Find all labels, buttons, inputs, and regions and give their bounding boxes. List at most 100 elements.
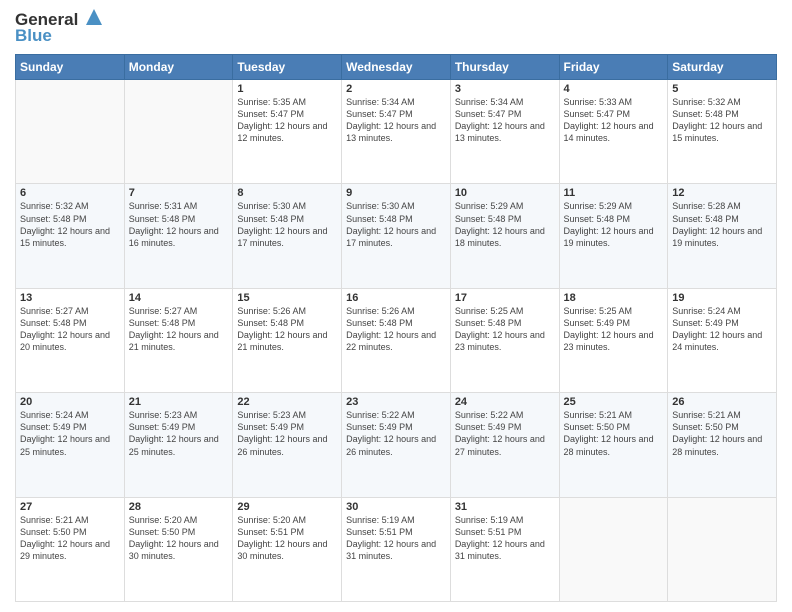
day-number: 13 xyxy=(20,292,120,304)
day-number: 6 xyxy=(20,187,120,199)
logo-blue: Blue xyxy=(15,26,52,46)
day-cell: 25Sunrise: 5:21 AMSunset: 5:50 PMDayligh… xyxy=(559,393,668,497)
day-cell xyxy=(16,80,125,184)
day-info: Sunrise: 5:26 AMSunset: 5:48 PMDaylight:… xyxy=(237,305,337,354)
day-cell: 24Sunrise: 5:22 AMSunset: 5:49 PMDayligh… xyxy=(450,393,559,497)
logo-icon xyxy=(80,7,102,29)
day-cell: 21Sunrise: 5:23 AMSunset: 5:49 PMDayligh… xyxy=(124,393,233,497)
day-cell: 9Sunrise: 5:30 AMSunset: 5:48 PMDaylight… xyxy=(342,184,451,288)
day-info: Sunrise: 5:32 AMSunset: 5:48 PMDaylight:… xyxy=(20,200,120,249)
day-info: Sunrise: 5:25 AMSunset: 5:49 PMDaylight:… xyxy=(564,305,664,354)
day-number: 17 xyxy=(455,292,555,304)
weekday-header-wednesday: Wednesday xyxy=(342,55,451,80)
weekday-header-thursday: Thursday xyxy=(450,55,559,80)
day-cell: 15Sunrise: 5:26 AMSunset: 5:48 PMDayligh… xyxy=(233,288,342,392)
day-cell: 14Sunrise: 5:27 AMSunset: 5:48 PMDayligh… xyxy=(124,288,233,392)
day-cell: 4Sunrise: 5:33 AMSunset: 5:47 PMDaylight… xyxy=(559,80,668,184)
logo: General Blue xyxy=(15,10,102,46)
day-info: Sunrise: 5:23 AMSunset: 5:49 PMDaylight:… xyxy=(237,409,337,458)
day-cell: 23Sunrise: 5:22 AMSunset: 5:49 PMDayligh… xyxy=(342,393,451,497)
day-info: Sunrise: 5:29 AMSunset: 5:48 PMDaylight:… xyxy=(564,200,664,249)
weekday-header-saturday: Saturday xyxy=(668,55,777,80)
day-info: Sunrise: 5:30 AMSunset: 5:48 PMDaylight:… xyxy=(346,200,446,249)
weekday-header-monday: Monday xyxy=(124,55,233,80)
day-cell: 17Sunrise: 5:25 AMSunset: 5:48 PMDayligh… xyxy=(450,288,559,392)
weekday-header-tuesday: Tuesday xyxy=(233,55,342,80)
day-cell: 11Sunrise: 5:29 AMSunset: 5:48 PMDayligh… xyxy=(559,184,668,288)
day-number: 29 xyxy=(237,501,337,513)
day-info: Sunrise: 5:25 AMSunset: 5:48 PMDaylight:… xyxy=(455,305,555,354)
day-info: Sunrise: 5:19 AMSunset: 5:51 PMDaylight:… xyxy=(346,514,446,563)
day-cell: 19Sunrise: 5:24 AMSunset: 5:49 PMDayligh… xyxy=(668,288,777,392)
day-cell xyxy=(559,497,668,601)
day-number: 1 xyxy=(237,83,337,95)
header: General Blue xyxy=(15,10,777,46)
day-number: 12 xyxy=(672,187,772,199)
day-number: 26 xyxy=(672,396,772,408)
day-cell: 3Sunrise: 5:34 AMSunset: 5:47 PMDaylight… xyxy=(450,80,559,184)
day-cell: 30Sunrise: 5:19 AMSunset: 5:51 PMDayligh… xyxy=(342,497,451,601)
day-cell: 8Sunrise: 5:30 AMSunset: 5:48 PMDaylight… xyxy=(233,184,342,288)
day-cell xyxy=(124,80,233,184)
day-cell: 1Sunrise: 5:35 AMSunset: 5:47 PMDaylight… xyxy=(233,80,342,184)
weekday-header-sunday: Sunday xyxy=(16,55,125,80)
week-row-2: 6Sunrise: 5:32 AMSunset: 5:48 PMDaylight… xyxy=(16,184,777,288)
day-cell: 5Sunrise: 5:32 AMSunset: 5:48 PMDaylight… xyxy=(668,80,777,184)
day-info: Sunrise: 5:34 AMSunset: 5:47 PMDaylight:… xyxy=(455,96,555,145)
day-number: 3 xyxy=(455,83,555,95)
week-row-4: 20Sunrise: 5:24 AMSunset: 5:49 PMDayligh… xyxy=(16,393,777,497)
day-number: 10 xyxy=(455,187,555,199)
day-number: 18 xyxy=(564,292,664,304)
day-info: Sunrise: 5:30 AMSunset: 5:48 PMDaylight:… xyxy=(237,200,337,249)
week-row-1: 1Sunrise: 5:35 AMSunset: 5:47 PMDaylight… xyxy=(16,80,777,184)
day-number: 24 xyxy=(455,396,555,408)
day-info: Sunrise: 5:21 AMSunset: 5:50 PMDaylight:… xyxy=(672,409,772,458)
day-info: Sunrise: 5:27 AMSunset: 5:48 PMDaylight:… xyxy=(129,305,229,354)
day-info: Sunrise: 5:23 AMSunset: 5:49 PMDaylight:… xyxy=(129,409,229,458)
day-cell: 20Sunrise: 5:24 AMSunset: 5:49 PMDayligh… xyxy=(16,393,125,497)
day-number: 16 xyxy=(346,292,446,304)
day-number: 27 xyxy=(20,501,120,513)
day-cell: 26Sunrise: 5:21 AMSunset: 5:50 PMDayligh… xyxy=(668,393,777,497)
day-info: Sunrise: 5:27 AMSunset: 5:48 PMDaylight:… xyxy=(20,305,120,354)
page: General Blue SundayMondayTuesdayWednesda… xyxy=(0,0,792,612)
day-info: Sunrise: 5:33 AMSunset: 5:47 PMDaylight:… xyxy=(564,96,664,145)
day-info: Sunrise: 5:24 AMSunset: 5:49 PMDaylight:… xyxy=(672,305,772,354)
weekday-header-row: SundayMondayTuesdayWednesdayThursdayFrid… xyxy=(16,55,777,80)
day-info: Sunrise: 5:21 AMSunset: 5:50 PMDaylight:… xyxy=(564,409,664,458)
day-cell: 22Sunrise: 5:23 AMSunset: 5:49 PMDayligh… xyxy=(233,393,342,497)
day-number: 19 xyxy=(672,292,772,304)
day-number: 2 xyxy=(346,83,446,95)
day-cell: 29Sunrise: 5:20 AMSunset: 5:51 PMDayligh… xyxy=(233,497,342,601)
day-info: Sunrise: 5:35 AMSunset: 5:47 PMDaylight:… xyxy=(237,96,337,145)
day-info: Sunrise: 5:20 AMSunset: 5:50 PMDaylight:… xyxy=(129,514,229,563)
day-cell: 28Sunrise: 5:20 AMSunset: 5:50 PMDayligh… xyxy=(124,497,233,601)
week-row-5: 27Sunrise: 5:21 AMSunset: 5:50 PMDayligh… xyxy=(16,497,777,601)
day-info: Sunrise: 5:28 AMSunset: 5:48 PMDaylight:… xyxy=(672,200,772,249)
day-number: 23 xyxy=(346,396,446,408)
day-number: 21 xyxy=(129,396,229,408)
day-info: Sunrise: 5:19 AMSunset: 5:51 PMDaylight:… xyxy=(455,514,555,563)
day-info: Sunrise: 5:34 AMSunset: 5:47 PMDaylight:… xyxy=(346,96,446,145)
day-number: 14 xyxy=(129,292,229,304)
day-number: 28 xyxy=(129,501,229,513)
day-number: 11 xyxy=(564,187,664,199)
day-cell xyxy=(668,497,777,601)
day-cell: 12Sunrise: 5:28 AMSunset: 5:48 PMDayligh… xyxy=(668,184,777,288)
day-cell: 2Sunrise: 5:34 AMSunset: 5:47 PMDaylight… xyxy=(342,80,451,184)
day-cell: 7Sunrise: 5:31 AMSunset: 5:48 PMDaylight… xyxy=(124,184,233,288)
day-number: 22 xyxy=(237,396,337,408)
day-cell: 10Sunrise: 5:29 AMSunset: 5:48 PMDayligh… xyxy=(450,184,559,288)
weekday-header-friday: Friday xyxy=(559,55,668,80)
day-info: Sunrise: 5:32 AMSunset: 5:48 PMDaylight:… xyxy=(672,96,772,145)
day-info: Sunrise: 5:29 AMSunset: 5:48 PMDaylight:… xyxy=(455,200,555,249)
day-info: Sunrise: 5:22 AMSunset: 5:49 PMDaylight:… xyxy=(346,409,446,458)
day-cell: 18Sunrise: 5:25 AMSunset: 5:49 PMDayligh… xyxy=(559,288,668,392)
day-number: 31 xyxy=(455,501,555,513)
day-info: Sunrise: 5:21 AMSunset: 5:50 PMDaylight:… xyxy=(20,514,120,563)
day-number: 25 xyxy=(564,396,664,408)
week-row-3: 13Sunrise: 5:27 AMSunset: 5:48 PMDayligh… xyxy=(16,288,777,392)
day-number: 9 xyxy=(346,187,446,199)
day-number: 4 xyxy=(564,83,664,95)
day-number: 15 xyxy=(237,292,337,304)
